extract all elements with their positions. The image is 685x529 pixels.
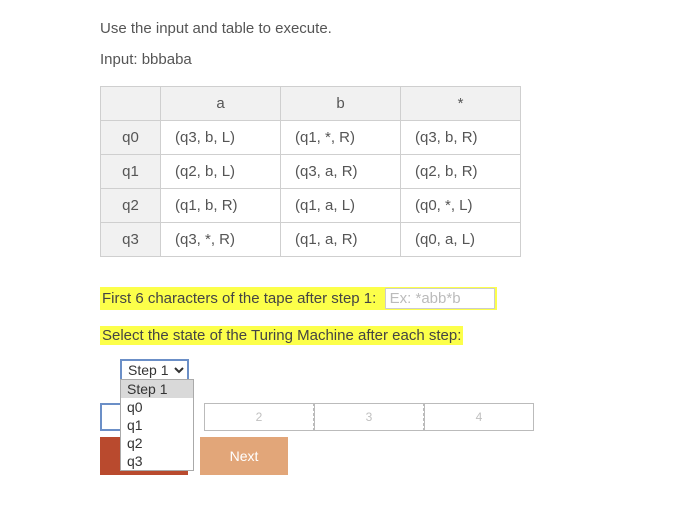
table-row: q0 (q3, b, L) (q1, *, R) (q3, b, R)	[101, 121, 521, 155]
input-line: Input: bbbaba	[100, 51, 685, 68]
state-cell: q1	[101, 155, 161, 189]
step-slot[interactable]: 3	[314, 403, 424, 431]
cell: (q2, b, R)	[401, 155, 521, 189]
table-corner	[101, 87, 161, 121]
transition-table: a b * q0 (q3, b, L) (q1, *, R) (q3, b, R…	[100, 86, 521, 257]
dropdown-option[interactable]: q1	[121, 416, 193, 434]
state-cell: q2	[101, 189, 161, 223]
table-header-row: a b *	[101, 87, 521, 121]
input-label: Input:	[100, 51, 138, 68]
step-slot[interactable]: 2	[204, 403, 314, 431]
table-row: q3 (q3, *, R) (q1, a, R) (q0, a, L)	[101, 223, 521, 257]
next-button[interactable]: Next	[200, 437, 288, 475]
cell: (q3, b, R)	[401, 121, 521, 155]
step-select[interactable]: Step 1	[120, 359, 189, 381]
cell: (q1, b, R)	[161, 189, 281, 223]
state-cell: q3	[101, 223, 161, 257]
cell: (q1, a, R)	[281, 223, 401, 257]
dropdown-option[interactable]: q3	[121, 452, 193, 470]
cell: (q1, *, R)	[281, 121, 401, 155]
table-row: q1 (q2, b, L) (q3, a, R) (q2, b, R)	[101, 155, 521, 189]
tape-question-row: First 6 characters of the tape after ste…	[100, 287, 497, 310]
dropdown-option[interactable]: q2	[121, 434, 193, 452]
cell: (q0, *, L)	[401, 189, 521, 223]
tape-question-label: First 6 characters of the tape after ste…	[102, 290, 376, 307]
cell: (q3, *, R)	[161, 223, 281, 257]
state-question-label: Select the state of the Turing Machine a…	[100, 326, 463, 345]
dropdown-option[interactable]: q0	[121, 398, 193, 416]
cell: (q1, a, L)	[281, 189, 401, 223]
step-area: Step 1 Step 1 q0 q1 q2 q3 2 3 4 Next	[100, 359, 685, 479]
table-row: q2 (q1, b, R) (q1, a, L) (q0, *, L)	[101, 189, 521, 223]
input-value: bbbaba	[142, 51, 192, 68]
col-b: b	[281, 87, 401, 121]
cell: (q3, a, R)	[281, 155, 401, 189]
tape-answer-input[interactable]	[385, 288, 495, 309]
col-a: a	[161, 87, 281, 121]
cell: (q0, a, L)	[401, 223, 521, 257]
execute-prompt: Use the input and table to execute.	[100, 20, 685, 37]
step-dropdown-open[interactable]: Step 1 q0 q1 q2 q3	[120, 379, 194, 471]
step-select-box: Step 1 Step 1 q0 q1 q2 q3	[120, 359, 189, 381]
state-cell: q0	[101, 121, 161, 155]
step-slot[interactable]: 4	[424, 403, 534, 431]
cell: (q3, b, L)	[161, 121, 281, 155]
col-star: *	[401, 87, 521, 121]
dropdown-option[interactable]: Step 1	[121, 380, 193, 398]
cell: (q2, b, L)	[161, 155, 281, 189]
